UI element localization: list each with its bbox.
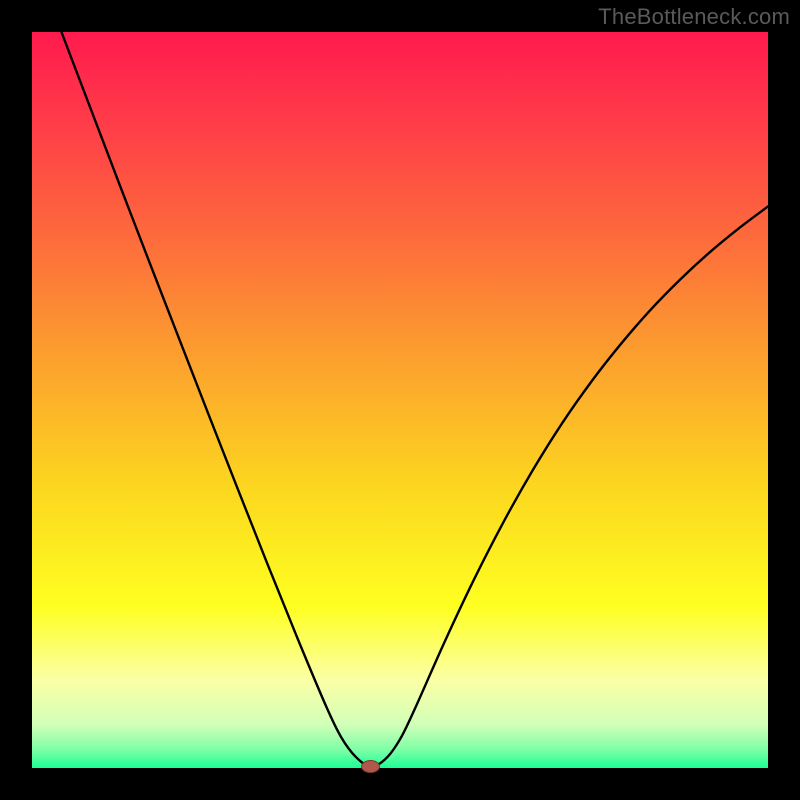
bottleneck-chart xyxy=(0,0,800,800)
optimum-marker xyxy=(362,761,380,773)
plot-background xyxy=(32,32,768,768)
chart-stage: TheBottleneck.com xyxy=(0,0,800,800)
watermark-text: TheBottleneck.com xyxy=(598,4,790,30)
